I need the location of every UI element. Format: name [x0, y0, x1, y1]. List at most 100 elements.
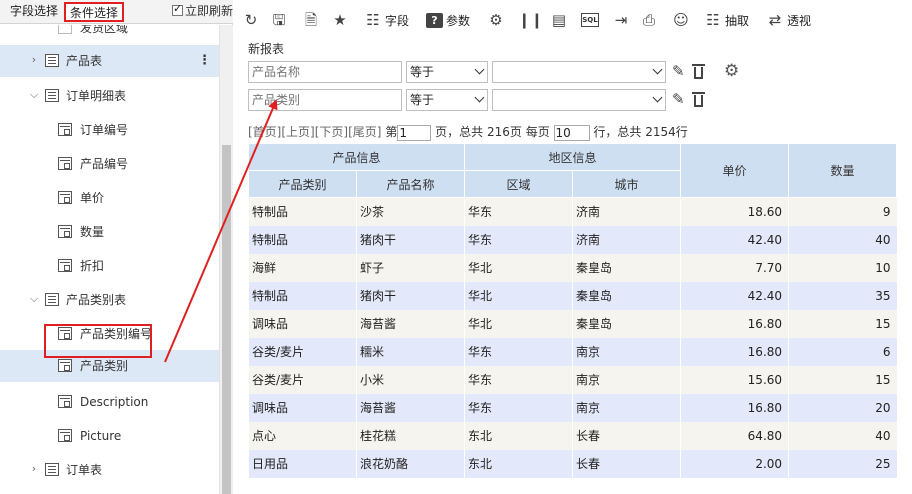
header-city[interactable]: 城市 — [572, 170, 682, 198]
auto-refresh-checkbox[interactable]: 立即刷新 — [172, 2, 233, 20]
pivot-button[interactable]: ⇄ 透视 — [766, 10, 811, 30]
field-tree: 发货区域 › 产品表 ⋮ ⌵ 订单明细表 订单编号 产品编号 单价 数量 折扣 … — [0, 25, 219, 494]
report-table: 产品信息 地区信息 单价 数量 产品类别 产品名称 区域 城市 特制品 沙茶 华东济… — [247, 143, 898, 478]
tab-condition-select[interactable]: 条件选择 — [64, 2, 125, 22]
settings-button[interactable]: ⚙ — [487, 10, 505, 30]
tree-item-order-table[interactable]: › 订单表 — [0, 454, 219, 486]
tree-item-product-table[interactable]: › 产品表 ⋮ — [0, 45, 219, 77]
scrollbar-thumb[interactable] — [222, 145, 231, 494]
trash-icon[interactable] — [692, 64, 705, 79]
extract-button[interactable]: ☷ 抽取 — [704, 10, 749, 30]
table-row[interactable]: 调味品 海苔酱 华东 南京 16.80 20 — [248, 393, 897, 422]
tree-item-product-id[interactable]: 产品编号 — [0, 148, 219, 180]
field-icon — [58, 225, 72, 238]
table-cell: 华东 — [464, 393, 573, 422]
tree-item-label: 产品编号 — [80, 157, 129, 171]
table-view-button[interactable]: ▤ — [550, 10, 568, 30]
table-row[interactable]: 特制品 猪肉干 华北 秦皇岛 42.40 35 — [248, 281, 897, 310]
print-button[interactable]: ⎙ — [640, 10, 658, 30]
page-number-input[interactable]: 1 — [397, 124, 432, 141]
condition-field-input[interactable] — [248, 61, 402, 83]
tree-item-label: 产品表 — [66, 54, 103, 68]
save-button[interactable]: 🖫 — [270, 10, 288, 30]
condition-value-select[interactable] — [492, 61, 666, 83]
export-button[interactable]: ⇥ — [612, 10, 630, 30]
chevron-right-icon[interactable]: › — [28, 463, 40, 475]
tree-item-picture[interactable]: Picture — [0, 420, 219, 452]
header-region[interactable]: 区域 — [464, 170, 574, 198]
header-product-name[interactable]: 产品名称 — [355, 170, 466, 198]
table-row[interactable]: 谷类/麦片 小米 华东 南京 15.60 15 — [248, 365, 897, 394]
table-row[interactable]: 调味品 海苔酱 华北 秦皇岛 16.80 15 — [248, 309, 897, 338]
table-cell: 济南 — [572, 225, 681, 254]
more-menu-icon[interactable]: ⋮ — [198, 53, 211, 69]
pencil-icon[interactable]: ✎ — [672, 62, 685, 80]
tree-item-description[interactable]: Description — [0, 386, 219, 418]
chevron-down-icon[interactable]: ⌵ — [28, 89, 40, 101]
save-as-icon: 🗎 — [304, 11, 318, 29]
header-unit-price[interactable]: 单价 — [680, 143, 790, 198]
chevron-right-icon[interactable]: › — [28, 54, 40, 66]
refresh-button[interactable]: ↻ — [242, 10, 260, 30]
table-row[interactable]: 海鲜 虾子 华北 秦皇岛 7.70 10 — [248, 253, 897, 282]
checkbox-icon — [58, 25, 72, 34]
table-cell: 调味品 — [248, 393, 357, 422]
table-cell: 海苔酱 — [355, 309, 465, 338]
tree-item-order-detail-table[interactable]: ⌵ 订单明细表 — [0, 80, 219, 112]
sql-button[interactable]: SQL — [581, 10, 599, 30]
chart-button[interactable]: ❙❙ — [518, 10, 543, 30]
checkbox-checked-icon[interactable] — [172, 2, 183, 16]
condition-operator-select[interactable]: 等于 — [406, 61, 488, 83]
table-row[interactable]: 日用品 浪花奶酪 东北 长春 2.00 25 — [248, 449, 897, 478]
table-row[interactable]: 特制品 沙茶 华东 济南 18.60 9 — [248, 197, 897, 226]
tree-item-label: 订单编号 — [80, 123, 129, 137]
table-cell: 东北 — [464, 421, 573, 450]
table-cell: 16.80 — [680, 393, 789, 422]
table-cell: 10 — [788, 253, 897, 282]
tab-field-select[interactable]: 字段选择 — [6, 2, 62, 22]
table-row[interactable]: 点心 桂花糕 东北 长春 64.80 40 — [248, 421, 897, 450]
left-panel: 字段选择 条件选择 立即刷新 发货区域 › 产品表 ⋮ ⌵ 订单明细表 订单编号… — [0, 0, 233, 494]
gear-icon[interactable]: ⚙ — [724, 61, 739, 81]
field-icon — [58, 123, 72, 136]
tree-item-unit-price[interactable]: 单价 — [0, 182, 219, 214]
header-region-info[interactable]: 地区信息 — [464, 143, 682, 171]
table-cell: 桂花糕 — [355, 421, 465, 450]
table-row[interactable]: 谷类/麦片 糯米 华东 南京 16.80 6 — [248, 337, 897, 366]
per-page-input[interactable]: 10 — [553, 124, 590, 141]
condition-value-select[interactable] — [492, 89, 666, 111]
pencil-icon[interactable]: ✎ — [672, 90, 685, 108]
chevron-down-icon[interactable]: ⌵ — [28, 293, 40, 305]
field-button[interactable]: ☷ 字段 — [364, 10, 409, 30]
header-quantity[interactable]: 数量 — [788, 143, 898, 198]
table-cell: 40 — [788, 421, 897, 450]
user-settings-button[interactable]: ☺ — [672, 10, 690, 30]
report-grid: 产品信息 地区信息 单价 数量 产品类别 产品名称 区域 城市 特制品 沙茶 华东济… — [247, 143, 908, 478]
tree-item-discount[interactable]: 折扣 — [0, 250, 219, 282]
table-cell: 华北 — [464, 281, 573, 310]
print-icon: ⎙ — [642, 11, 655, 29]
table-cell: 特制品 — [248, 281, 357, 310]
table-cell: 25 — [788, 449, 897, 478]
save-as-button[interactable]: 🗎 — [302, 10, 320, 30]
table-cell: 6 — [788, 337, 897, 366]
table-cell: 16.80 — [680, 337, 789, 366]
condition-field-input[interactable] — [248, 89, 402, 111]
field-icon — [58, 359, 72, 372]
pager-first-link[interactable]: [首页] — [248, 125, 281, 139]
trash-icon[interactable] — [692, 92, 705, 107]
tree-item-quantity[interactable]: 数量 — [0, 216, 219, 248]
tree-item-order-id[interactable]: 订单编号 — [0, 114, 219, 146]
tree-item-ship-region[interactable]: 发货区域 — [0, 25, 219, 44]
table-row[interactable]: 特制品 猪肉干 华东 济南 42.40 40 — [248, 225, 897, 254]
param-button[interactable]: ? 参数 — [426, 10, 470, 30]
favorite-button[interactable]: ★ — [331, 10, 349, 30]
pager-prev-link[interactable]: [上页] — [281, 125, 314, 139]
header-product-info[interactable]: 产品信息 — [247, 143, 466, 171]
header-category[interactable]: 产品类别 — [248, 170, 357, 198]
pager-last-link[interactable]: [尾页] — [348, 125, 381, 139]
pager-next-link[interactable]: [下页] — [315, 125, 348, 139]
condition-operator-select[interactable]: 等于 — [406, 89, 488, 111]
tree-item-category-table[interactable]: ⌵ 产品类别表 — [0, 284, 219, 316]
tree-scrollbar[interactable] — [219, 25, 233, 494]
